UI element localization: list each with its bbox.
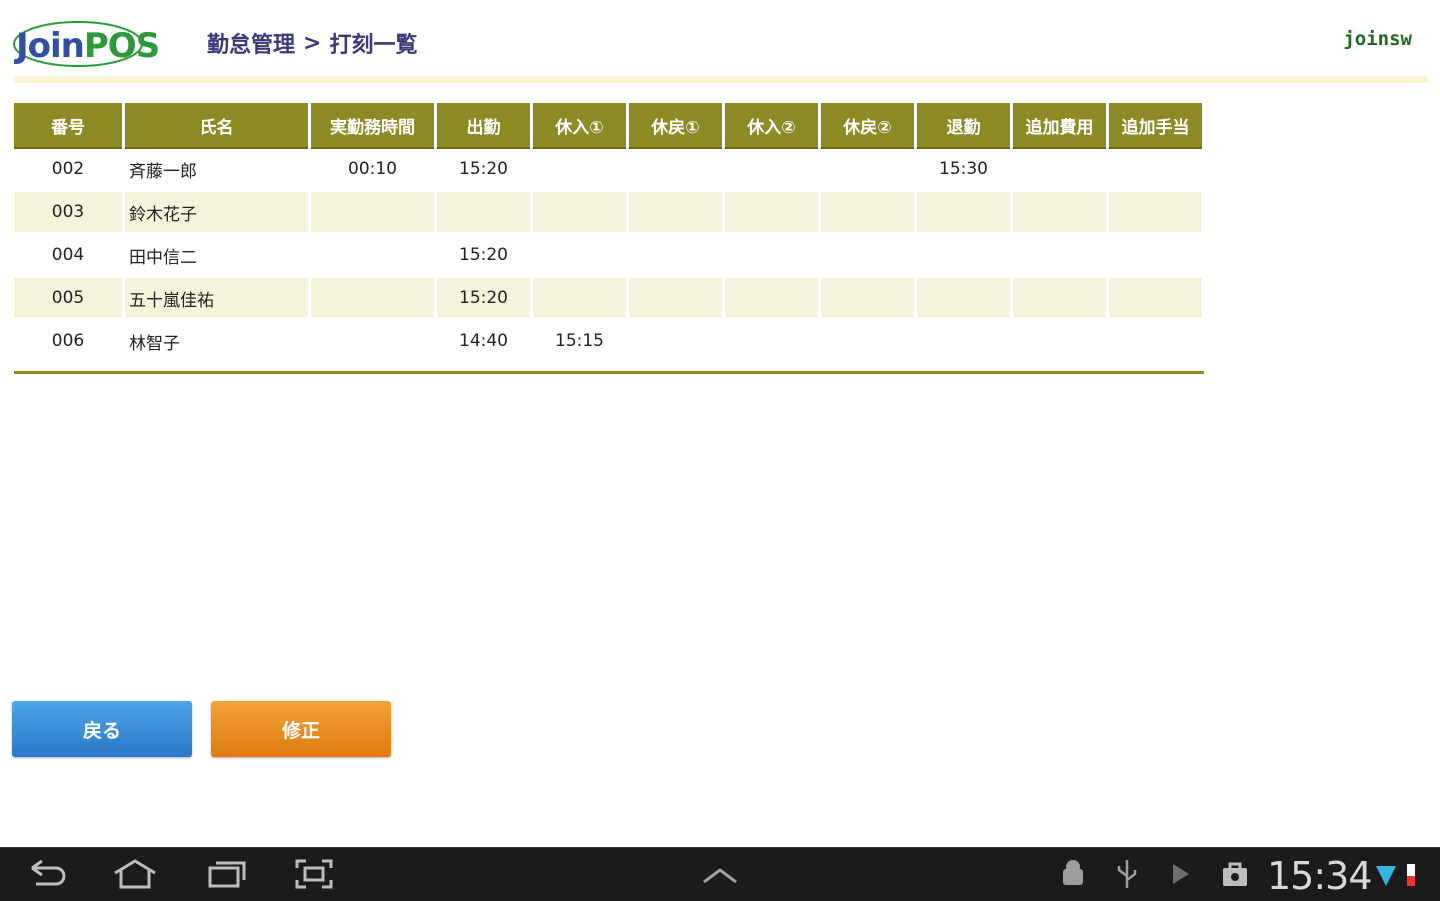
cell-clock-out (917, 278, 1010, 321)
joinpos-logo: JoinPOS (12, 16, 160, 72)
table-row[interactable]: 003 鈴木花子 (14, 192, 1202, 235)
cell-name: 田中信二 (125, 235, 308, 278)
column-header: 実勤務時間 (311, 103, 434, 149)
battery-icon (1407, 864, 1415, 886)
cell-clock-out (917, 192, 1010, 235)
cell-extra-allowance (1109, 149, 1202, 192)
cell-break-start-2 (725, 278, 818, 321)
cell-clock-in: 15:20 (437, 235, 530, 278)
table-row[interactable]: 006 林智子 14:40 15:15 (14, 321, 1202, 364)
logo-text-join: Join (16, 26, 85, 66)
cell-work-time (311, 235, 434, 278)
table-row[interactable]: 002 斉藤一郎 00:10 15:20 15:30 (14, 149, 1202, 192)
cell-extra-cost (1013, 235, 1106, 278)
back-arrow-icon[interactable] (26, 858, 68, 890)
timesheet-table: 番号 氏名 実勤務時間 出勤 休入① 休戻① 休入② 休戻② 退勤 追加費用 追… (11, 103, 1205, 364)
breadcrumb: 勤怠管理 > 打刻一覧 (207, 27, 417, 59)
play-icon (1173, 864, 1189, 884)
cell-break-end-1 (629, 278, 722, 321)
cell-extra-allowance (1109, 321, 1202, 364)
table-header-row: 番号 氏名 実勤務時間 出勤 休入① 休戻① 休入② 休戻② 退勤 追加費用 追… (14, 103, 1202, 149)
cell-work-time (311, 321, 434, 364)
cell-clock-in: 15:20 (437, 278, 530, 321)
back-button[interactable]: 戻る (12, 701, 192, 757)
android-debug-icon (1063, 860, 1083, 885)
cell-clock-in: 14:40 (437, 321, 530, 364)
cell-break-start-2 (725, 235, 818, 278)
cell-break-end-1 (629, 192, 722, 235)
cell-break-start-2 (725, 321, 818, 364)
column-header: 氏名 (125, 103, 308, 149)
breadcrumb-parent[interactable]: 勤怠管理 (207, 27, 295, 59)
status-clock[interactable]: 15:34 (1267, 854, 1373, 898)
screenshot-icon[interactable] (294, 858, 334, 890)
column-header: 出勤 (437, 103, 530, 149)
cell-extra-allowance (1109, 278, 1202, 321)
cell-name: 鈴木花子 (125, 192, 308, 235)
cell-break-end-1 (629, 149, 722, 192)
app-header: JoinPOS 勤怠管理 > 打刻一覧 joinsw (0, 0, 1440, 86)
table-bottom-divider (14, 371, 1204, 374)
cell-number: 005 (14, 278, 122, 321)
cell-clock-in: 15:20 (437, 149, 530, 192)
column-header: 追加費用 (1013, 103, 1106, 149)
cell-work-time: 00:10 (311, 149, 434, 192)
cell-break-end-2 (821, 321, 914, 364)
user-name: joinsw (1343, 28, 1412, 50)
cell-work-time (311, 192, 434, 235)
cell-break-start-2 (725, 149, 818, 192)
cell-break-end-2 (821, 149, 914, 192)
cell-break-start-1 (533, 278, 626, 321)
chevron-up-icon[interactable] (700, 858, 740, 890)
cell-number: 004 (14, 235, 122, 278)
column-header: 休戻② (821, 103, 914, 149)
table-row[interactable]: 005 五十嵐佳祐 15:20 (14, 278, 1202, 321)
recent-apps-icon[interactable] (206, 858, 248, 890)
cell-break-end-2 (821, 278, 914, 321)
cell-break-end-2 (821, 235, 914, 278)
column-header: 休戻① (629, 103, 722, 149)
usb-icon (1117, 860, 1137, 888)
cell-work-time (311, 278, 434, 321)
column-header: 休入① (533, 103, 626, 149)
cell-break-start-1 (533, 149, 626, 192)
cell-number: 006 (14, 321, 122, 364)
cell-extra-cost (1013, 192, 1106, 235)
cell-break-start-1: 15:15 (533, 321, 626, 364)
column-header: 番号 (14, 103, 122, 149)
breadcrumb-current: 打刻一覧 (329, 33, 418, 58)
cell-extra-cost (1013, 278, 1106, 321)
column-header: 追加手当 (1109, 103, 1202, 149)
cell-break-start-1 (533, 235, 626, 278)
system-nav-bar: 15:34 (0, 847, 1440, 901)
cell-break-end-1 (629, 321, 722, 364)
cell-clock-in (437, 192, 530, 235)
cell-clock-out: 15:30 (917, 149, 1010, 192)
cell-extra-allowance (1109, 235, 1202, 278)
cell-number: 002 (14, 149, 122, 192)
logo-text-pos: POS (83, 26, 160, 66)
cell-break-start-1 (533, 192, 626, 235)
shopping-bag-icon (1223, 862, 1247, 886)
cell-clock-out (917, 321, 1010, 364)
cell-name: 斉藤一郎 (125, 149, 308, 192)
cell-break-end-1 (629, 235, 722, 278)
cell-extra-cost (1013, 321, 1106, 364)
cell-clock-out (917, 235, 1010, 278)
cell-extra-allowance (1109, 192, 1202, 235)
column-header: 休入② (725, 103, 818, 149)
wifi-icon (1376, 866, 1396, 886)
home-icon[interactable] (112, 858, 158, 890)
cell-name: 五十嵐佳祐 (125, 278, 308, 321)
table-row[interactable]: 004 田中信二 15:20 (14, 235, 1202, 278)
breadcrumb-separator: > (303, 30, 322, 56)
edit-button[interactable]: 修正 (211, 701, 391, 757)
cell-number: 003 (14, 192, 122, 235)
cell-break-end-2 (821, 192, 914, 235)
cell-name: 林智子 (125, 321, 308, 364)
cell-break-start-2 (725, 192, 818, 235)
column-header: 退勤 (917, 103, 1010, 149)
cell-extra-cost (1013, 149, 1106, 192)
header-divider (14, 76, 1428, 83)
